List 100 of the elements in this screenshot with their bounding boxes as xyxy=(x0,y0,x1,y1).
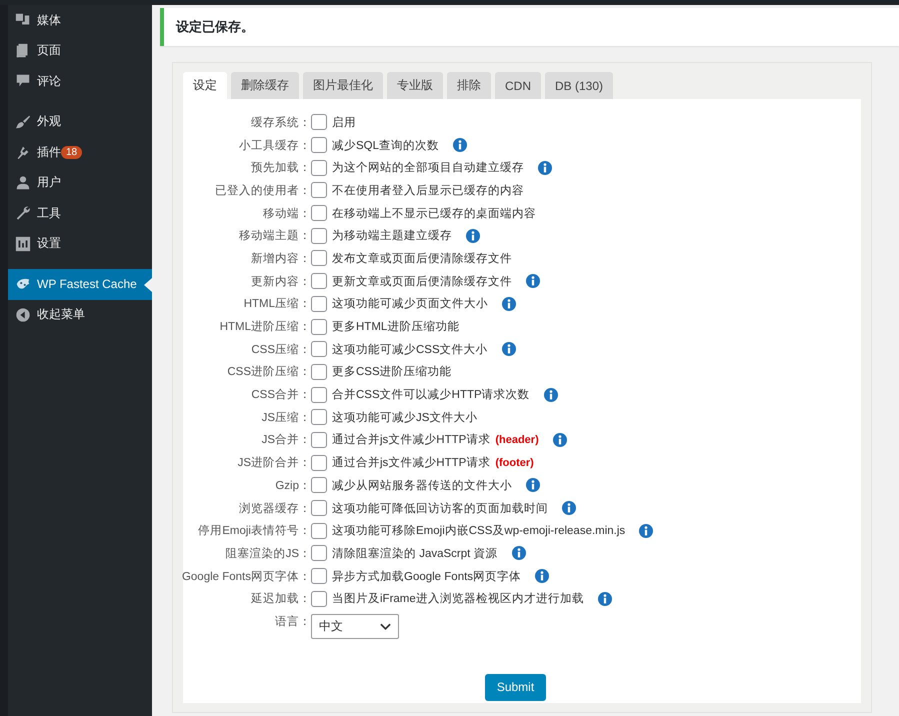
checkbox[interactable] xyxy=(311,477,327,494)
info-icon[interactable] xyxy=(544,388,558,402)
setting-tag: (header) xyxy=(495,434,539,446)
tab[interactable]: 删除缓存 xyxy=(231,72,299,99)
setting-label: Google Fonts网页字体： xyxy=(182,569,311,584)
setting-description: 为移动端主题建立缓存 xyxy=(332,228,452,244)
setting-description: 这项功能可移除Emoji内嵌CSS及wp-emoji-release.min.js xyxy=(332,523,626,538)
setting-label: 语言： xyxy=(275,614,311,630)
checkbox[interactable] xyxy=(311,341,327,358)
sidebar-item[interactable]: 外观 xyxy=(8,106,152,137)
info-icon[interactable] xyxy=(538,160,552,175)
checkbox[interactable] xyxy=(311,205,327,222)
setting-description: 通过合并js文件减少HTTP请求 xyxy=(332,456,490,470)
info-icon[interactable] xyxy=(598,592,612,606)
info-icon[interactable] xyxy=(535,569,550,584)
info-icon[interactable] xyxy=(512,546,526,560)
checkbox[interactable] xyxy=(311,568,327,584)
info-icon[interactable] xyxy=(526,274,540,288)
setting-label: HTML进阶压缩： xyxy=(220,320,311,334)
checkbox[interactable] xyxy=(311,432,327,448)
tab[interactable]: 专业版 xyxy=(387,72,443,99)
setting-label: JS合并： xyxy=(262,432,311,448)
setting-label: 已登入的使用者： xyxy=(215,184,311,198)
sidebar-label: 插件 xyxy=(37,144,61,161)
language-select[interactable]: 中文 xyxy=(311,614,399,640)
setting-label: 更新内容： xyxy=(251,274,311,289)
sidebar-item[interactable]: 媒体 xyxy=(8,5,152,36)
checkbox[interactable] xyxy=(311,182,327,198)
setting-label: 浏览器缓存： xyxy=(239,502,311,516)
submit-button[interactable]: Submit xyxy=(484,674,546,700)
collapse-icon xyxy=(15,306,31,323)
checkbox[interactable] xyxy=(311,114,327,130)
setting-description: 减少SQL查询的次数 xyxy=(332,138,440,153)
info-icon[interactable] xyxy=(552,432,567,447)
info-icon[interactable] xyxy=(466,228,480,243)
sidebar-item[interactable]: 评论 xyxy=(8,66,152,96)
sidebar-label: 设置 xyxy=(37,235,61,252)
sidebar-item[interactable]: 用户 xyxy=(8,168,152,198)
checkbox[interactable] xyxy=(311,273,327,290)
setting-description: 当图片及iFrame进入浏览器检视区内才进行加载 xyxy=(332,592,584,606)
setting-description: 清除阻塞渲染的 JavaScrpt 資源 xyxy=(332,546,498,561)
setting-label: 缓存系统： xyxy=(251,115,311,130)
info-icon[interactable] xyxy=(562,501,576,516)
sidebar-item[interactable]: 设置 xyxy=(8,228,152,259)
setting-description: 不在使用者登入后显示已缓存的内容 xyxy=(332,183,524,198)
checkbox[interactable] xyxy=(311,454,327,471)
checkbox[interactable] xyxy=(311,318,327,335)
setting-description: 这项功能可降低回访访客的页面加载时间 xyxy=(332,501,548,516)
setting-description: 这项功能可减少CSS文件大小 xyxy=(332,342,488,357)
setting-label: 停用Emoji表情符号： xyxy=(198,524,311,538)
checkbox[interactable] xyxy=(311,590,327,607)
checkbox[interactable] xyxy=(311,545,327,562)
checkbox[interactable] xyxy=(311,386,327,403)
checkbox[interactable] xyxy=(311,364,327,380)
update-count-badge: 18 xyxy=(61,146,82,159)
tab[interactable]: CDN xyxy=(495,72,541,99)
setting-label: 小工具缓存： xyxy=(239,138,311,153)
tab[interactable]: 设定 xyxy=(183,72,227,99)
setting-description: 减少从网站服务器传送的文件大小 xyxy=(332,478,512,493)
setting-description: 发布文章或页面后便清除缓存文件 xyxy=(332,251,512,266)
setting-label: 预先加载： xyxy=(251,160,311,176)
info-icon[interactable] xyxy=(502,296,516,311)
sidebar-label: 外观 xyxy=(37,113,61,130)
checkbox[interactable] xyxy=(311,228,327,244)
tab[interactable]: 排除 xyxy=(447,72,491,99)
info-icon[interactable] xyxy=(639,524,654,538)
sidebar-item[interactable]: 插件 18 xyxy=(8,137,152,168)
checkbox[interactable] xyxy=(311,296,327,312)
checkbox[interactable] xyxy=(311,409,327,426)
user-icon xyxy=(15,174,31,191)
setting-label: 移动端主题： xyxy=(239,228,311,244)
setting-description: 启用 xyxy=(332,116,356,130)
chevron-down-icon xyxy=(380,622,391,631)
wrench-icon xyxy=(15,205,31,222)
setting-label: 阻塞渲染的JS： xyxy=(226,546,311,561)
checkbox[interactable] xyxy=(311,137,327,154)
info-icon[interactable] xyxy=(453,138,468,152)
sidebar-item[interactable]: 工具 xyxy=(8,198,152,228)
sidebar-label: WP Fastest Cache xyxy=(37,277,137,292)
tab[interactable]: 图片最佳化 xyxy=(303,72,383,99)
checkbox[interactable] xyxy=(311,250,327,266)
sidebar-item[interactable]: 页面 xyxy=(8,36,152,66)
info-icon[interactable] xyxy=(502,342,516,356)
setting-description: 这项功能可减少JS文件大小 xyxy=(332,410,478,425)
sidebar-item[interactable]: WP Fastest Cache xyxy=(8,269,152,300)
setting-label: JS压缩： xyxy=(262,410,311,425)
setting-description: 更多HTML进阶压缩功能 xyxy=(332,320,460,334)
brush-icon xyxy=(15,114,31,130)
tab[interactable]: DB (130) xyxy=(545,72,614,99)
sidebar-item[interactable]: 收起菜单 xyxy=(8,300,152,330)
checkbox[interactable] xyxy=(311,160,327,176)
setting-description: 为这个网站的全部项目自动建立缓存 xyxy=(332,160,524,176)
checkbox[interactable] xyxy=(311,500,327,516)
setting-label: CSS合并： xyxy=(251,388,311,402)
checkbox[interactable] xyxy=(311,522,327,539)
info-icon[interactable] xyxy=(526,478,540,492)
setting-description: 更新文章或页面后便清除缓存文件 xyxy=(332,274,512,289)
settings-icon xyxy=(15,236,31,252)
setting-label: HTML压缩： xyxy=(244,296,311,312)
sidebar-label: 媒体 xyxy=(37,12,61,29)
